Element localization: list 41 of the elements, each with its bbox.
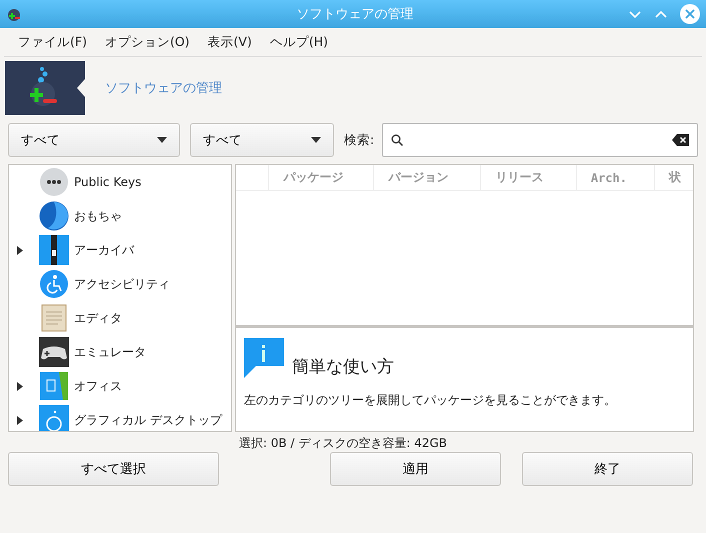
action-button[interactable]: 適用 (330, 452, 501, 486)
filter-dropdown[interactable]: すべて (190, 123, 334, 157)
menu-item[interactable]: オプション(O) (104, 34, 190, 50)
tree-item[interactable]: Public Keys (9, 165, 231, 199)
expander-icon[interactable] (17, 416, 23, 424)
caret-icon (157, 137, 167, 143)
clear-icon[interactable] (672, 134, 689, 146)
action-button[interactable]: 終了 (522, 452, 693, 486)
status-text: 選択: 0B / ディスクの空き容量: 42GB (238, 435, 448, 452)
tree-item[interactable]: オフィス (9, 369, 231, 403)
help-title: 簡単な使い方 (292, 356, 394, 378)
software-manager-logo-icon (5, 61, 85, 115)
info-icon (244, 338, 284, 378)
tree-item[interactable]: アクセシビリティ (9, 267, 231, 301)
menu-item[interactable]: ファイル(F) (18, 34, 87, 50)
search-icon (391, 134, 404, 146)
close-icon[interactable] (680, 4, 700, 24)
tree-item[interactable]: エミュレータ (9, 335, 231, 369)
expander-icon[interactable] (17, 246, 23, 254)
app-icon (6, 6, 22, 22)
tree-item[interactable]: エディタ (9, 301, 231, 335)
caret-icon (311, 137, 321, 143)
action-button[interactable]: すべて選択 (8, 452, 219, 486)
expander-icon[interactable] (17, 382, 23, 390)
menu-item[interactable]: 表示(V) (208, 34, 252, 50)
header-title: ソフトウェアの管理 (105, 80, 222, 97)
ball-icon (39, 201, 69, 231)
accessibility-icon (39, 269, 69, 299)
zipper-icon (39, 235, 69, 265)
tree-item[interactable]: グラフィカル デスクトップ (9, 403, 231, 431)
filter-dropdown[interactable]: すべて (8, 123, 180, 157)
search-field[interactable] (382, 123, 698, 157)
tree-item[interactable]: おもちゃ (9, 199, 231, 233)
search-label: 検索: (344, 132, 374, 148)
document-icon (39, 371, 69, 401)
notepad-icon (39, 303, 69, 333)
help-text: 左のカテゴリのツリーを展開してパッケージを見ることができます。 (244, 392, 617, 409)
window-title: ソフトウェアの管理 (296, 6, 414, 23)
menu-item[interactable]: ヘルプ(H) (270, 34, 328, 50)
tree-item[interactable]: アーカイバ (9, 233, 231, 267)
gamepad-icon (39, 337, 69, 367)
